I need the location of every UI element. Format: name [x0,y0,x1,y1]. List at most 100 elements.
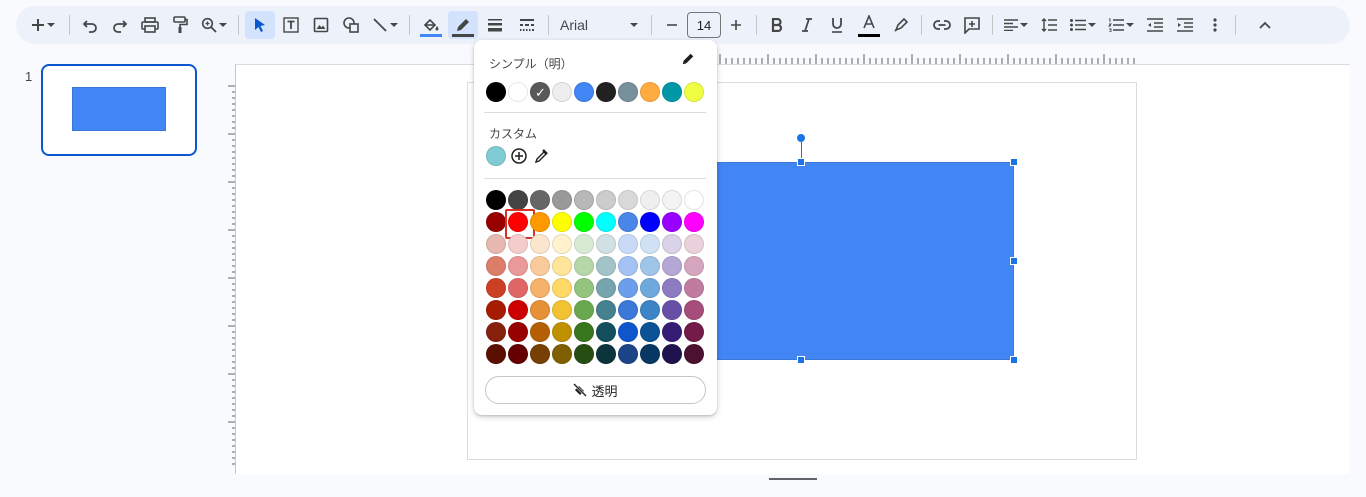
color-swatch[interactable] [530,300,550,320]
new-item-button[interactable] [23,11,63,39]
color-swatch[interactable] [486,344,506,364]
resize-handle-bottom-right[interactable] [1010,356,1018,364]
color-swatch[interactable] [618,256,638,276]
color-swatch[interactable] [552,300,572,320]
resize-handle-middle-right[interactable] [1010,257,1018,265]
slide-thumbnail[interactable] [41,64,197,156]
color-swatch[interactable] [508,278,528,298]
resize-handle-bottom-middle[interactable] [797,356,805,364]
color-swatch[interactable] [552,344,572,364]
border-color-button[interactable] [448,11,478,39]
color-swatch[interactable] [508,234,528,254]
color-swatch[interactable] [574,234,594,254]
bold-button[interactable] [763,11,791,39]
color-swatch[interactable] [508,322,528,342]
color-swatch[interactable] [596,190,616,210]
rotation-handle[interactable] [797,134,805,142]
fill-color-button[interactable] [416,11,446,39]
color-swatch[interactable] [684,212,704,232]
color-swatch[interactable] [618,300,638,320]
color-swatch[interactable] [596,256,616,276]
custom-color-swatch[interactable] [486,146,506,166]
simple-color-swatch[interactable] [574,82,594,102]
color-swatch[interactable] [662,300,682,320]
color-swatch[interactable] [596,322,616,342]
eyedropper-icon[interactable] [532,147,550,165]
edit-palette-icon[interactable] [681,52,695,66]
simple-color-swatch[interactable] [552,82,572,102]
simple-color-swatch[interactable] [618,82,638,102]
color-swatch[interactable] [530,256,550,276]
color-swatch[interactable] [530,278,550,298]
color-swatch[interactable] [596,300,616,320]
color-swatch[interactable] [596,344,616,364]
align-button[interactable] [999,11,1033,39]
text-color-button[interactable] [853,11,885,39]
color-swatch[interactable] [552,256,572,276]
zoom-button[interactable] [196,11,232,39]
insert-image-button[interactable] [307,11,335,39]
color-swatch[interactable] [574,190,594,210]
color-swatch[interactable] [508,256,528,276]
color-swatch[interactable] [684,344,704,364]
simple-color-swatch[interactable] [508,82,528,102]
collapse-toolbar-button[interactable] [1251,11,1279,39]
font-family-select[interactable]: Arial [554,11,646,39]
color-swatch[interactable] [574,212,594,232]
insert-link-button[interactable] [928,11,956,39]
color-swatch[interactable] [574,300,594,320]
simple-color-swatch[interactable] [662,82,682,102]
color-swatch[interactable] [486,256,506,276]
color-swatch[interactable] [574,322,594,342]
color-swatch[interactable] [530,190,550,210]
color-swatch[interactable] [596,278,616,298]
color-swatch[interactable] [486,190,506,210]
color-swatch[interactable] [552,278,572,298]
color-swatch[interactable] [508,344,528,364]
color-swatch[interactable] [640,278,660,298]
italic-button[interactable] [793,11,821,39]
transparent-button[interactable]: 透明 [485,376,706,404]
speaker-notes-drag-handle[interactable] [769,478,817,480]
highlight-color-button[interactable] [887,11,915,39]
color-swatch[interactable] [552,190,572,210]
color-swatch[interactable] [574,278,594,298]
print-button[interactable] [136,11,164,39]
color-swatch[interactable] [618,212,638,232]
color-swatch[interactable] [508,190,528,210]
border-dash-button[interactable] [512,11,542,39]
color-swatch[interactable] [662,344,682,364]
simple-color-swatch[interactable] [640,82,660,102]
decrease-font-size-button[interactable] [658,11,686,39]
increase-font-size-button[interactable] [722,11,750,39]
color-swatch[interactable] [618,344,638,364]
color-swatch[interactable] [640,256,660,276]
resize-handle-top-middle[interactable] [797,158,805,166]
add-custom-color-icon[interactable] [510,147,528,165]
color-swatch[interactable] [552,322,572,342]
numbered-list-button[interactable] [1103,11,1139,39]
color-swatch[interactable] [486,322,506,342]
color-swatch[interactable] [640,344,660,364]
color-swatch[interactable] [684,300,704,320]
color-swatch[interactable] [662,234,682,254]
color-swatch[interactable] [684,256,704,276]
color-swatch[interactable] [662,256,682,276]
select-tool-button[interactable] [245,11,275,39]
color-swatch[interactable] [684,322,704,342]
line-button[interactable] [367,11,403,39]
color-swatch[interactable] [618,190,638,210]
underline-button[interactable] [823,11,851,39]
color-swatch[interactable] [640,190,660,210]
color-swatch[interactable] [530,322,550,342]
more-options-button[interactable] [1201,11,1229,39]
color-swatch[interactable] [640,322,660,342]
text-box-button[interactable] [277,11,305,39]
increase-indent-button[interactable] [1171,11,1199,39]
decrease-indent-button[interactable] [1141,11,1169,39]
color-swatch[interactable] [552,234,572,254]
color-swatch[interactable] [640,300,660,320]
font-size-input[interactable]: 14 [687,12,721,38]
color-swatch[interactable] [596,212,616,232]
color-swatch[interactable] [662,190,682,210]
